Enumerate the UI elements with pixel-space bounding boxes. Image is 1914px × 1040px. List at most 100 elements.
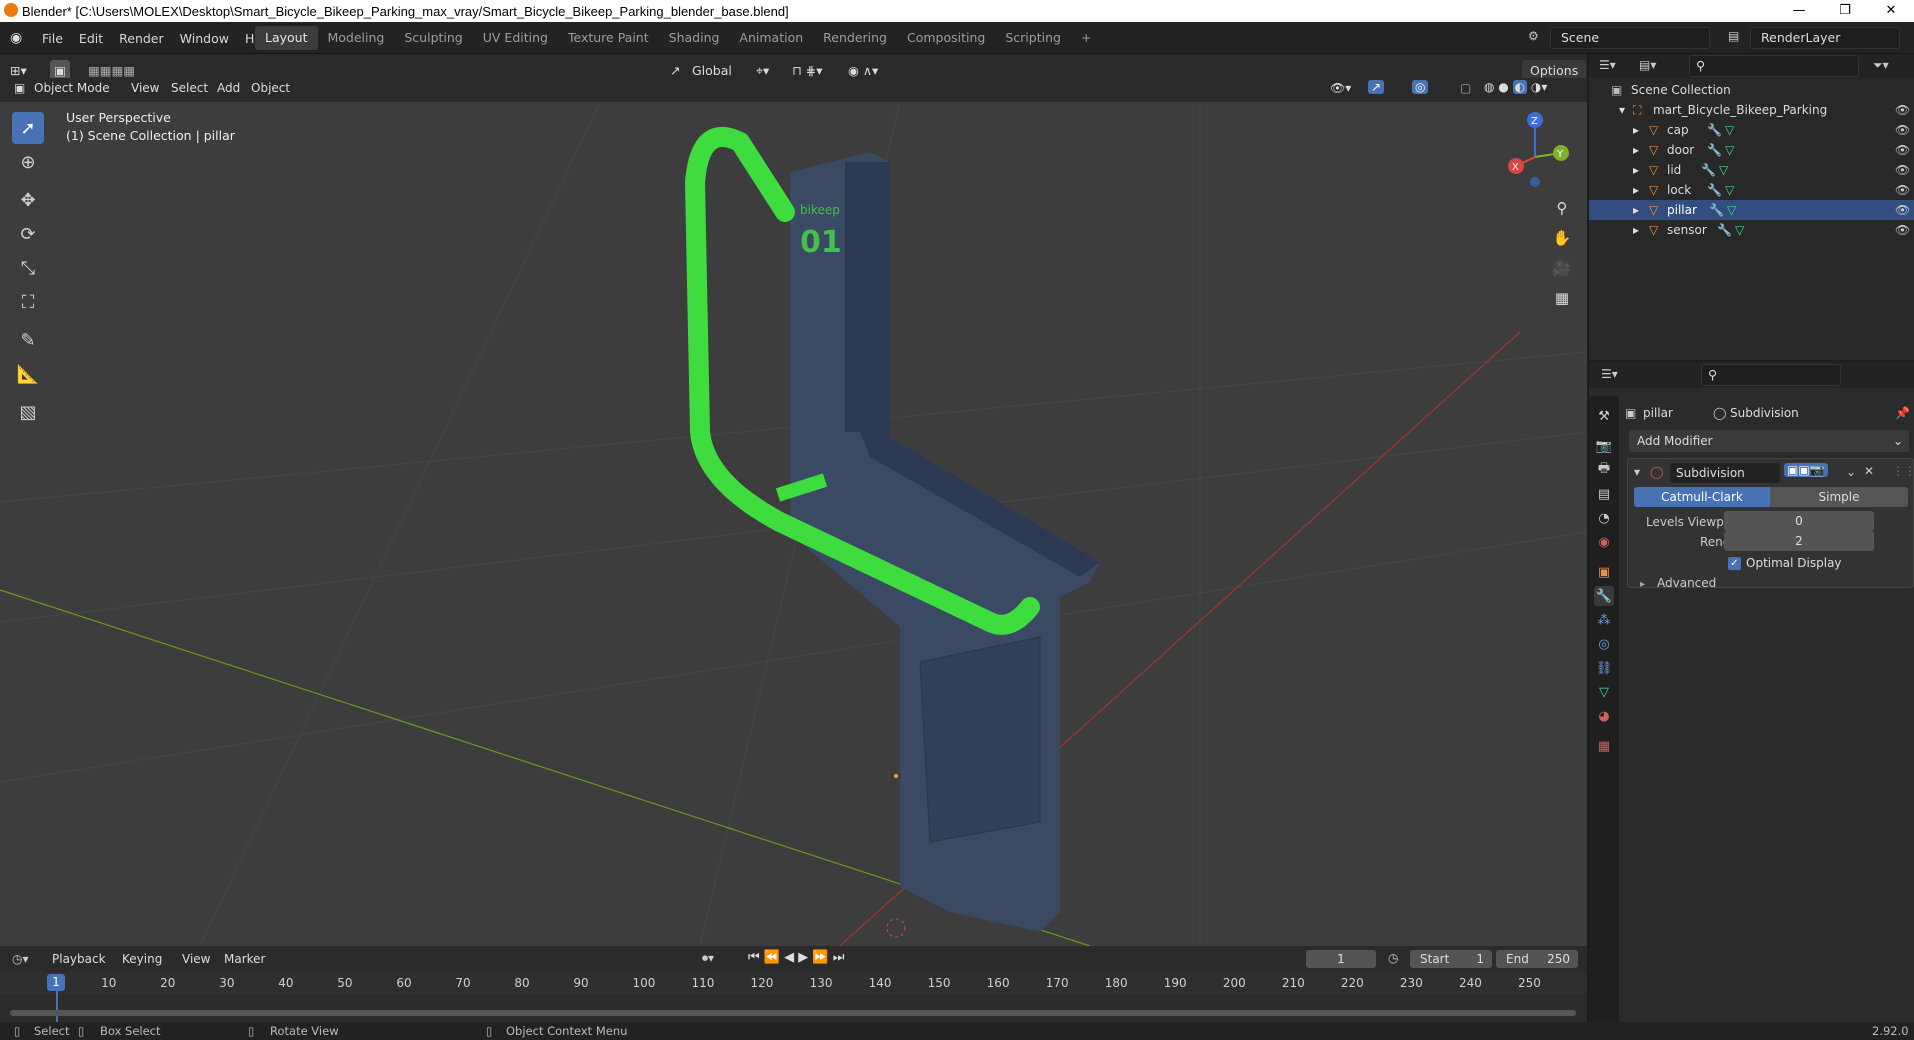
drag-handle-icon[interactable]: ⋮⋮ <box>1892 464 1914 478</box>
record-icon[interactable]: ⏺▾ <box>702 951 714 966</box>
close-icon[interactable]: ✕ <box>1864 464 1874 478</box>
expand-arrow-icon[interactable]: ▸ <box>1633 160 1639 180</box>
expand-arrow-icon[interactable]: ▸ <box>1633 200 1639 220</box>
outliner-editor-icon[interactable]: ☰▾ <box>1599 58 1616 72</box>
overlay-toggle-icon[interactable]: ◎ <box>1412 80 1429 94</box>
object-mode-icon[interactable]: ▣ <box>14 81 25 95</box>
xray-icon[interactable]: ▢ <box>1460 81 1471 95</box>
modifier-toggles-icon[interactable]: ▣▣📷 <box>1784 463 1828 477</box>
scale-tool-icon[interactable]: ⤡ <box>12 252 44 284</box>
add-workspace-icon[interactable]: + <box>1071 26 1101 50</box>
outliner-collection-row[interactable]: ▾ ⛶ mart_Bicycle_Bikeep_Parking 👁 <box>1589 100 1914 120</box>
gizmo-toggle-icon[interactable]: ↗ <box>1368 80 1385 94</box>
collapse-arrow-icon[interactable]: ▾ <box>1634 465 1640 479</box>
rotate-tool-icon[interactable]: ⟳ <box>12 218 44 250</box>
timeline-editor-icon[interactable]: ◷▾ <box>12 952 29 966</box>
eye-icon[interactable]: 👁 <box>1895 220 1910 240</box>
data-tab-icon[interactable]: ▽ <box>1594 682 1614 702</box>
playback-menu[interactable]: Playback <box>52 952 106 966</box>
tab-modeling[interactable]: Modeling <box>318 26 395 50</box>
simple-button[interactable]: Simple <box>1770 487 1908 507</box>
properties-search-input[interactable]: ⚲ <box>1701 364 1841 386</box>
blender-menu-icon[interactable]: ◉ <box>10 30 22 46</box>
add-modifier-dropdown[interactable]: Add Modifier ⌄ <box>1629 430 1909 452</box>
modifier-menu-icon[interactable]: ⌄ <box>1846 465 1856 479</box>
view-menu[interactable]: View <box>131 81 159 95</box>
optimal-display-checkbox[interactable]: ✓ <box>1728 557 1741 570</box>
menu-render[interactable]: Render <box>111 31 172 46</box>
tab-uv-editing[interactable]: UV Editing <box>473 26 558 50</box>
advanced-subpanel[interactable]: Advanced <box>1657 576 1716 590</box>
cursor-tool-icon[interactable]: ⊕ <box>12 146 44 178</box>
tab-scripting[interactable]: Scripting <box>995 26 1071 50</box>
mode-dropdown[interactable]: Object Mode <box>34 81 110 95</box>
outliner-object-row[interactable]: ▸ ▽ sensor 🔧 ▽ 👁 <box>1589 220 1914 240</box>
render-tab-icon[interactable]: 📷 <box>1594 436 1614 456</box>
add-cube-tool-icon[interactable]: ▧ <box>12 396 44 428</box>
minimize-button[interactable]: — <box>1776 0 1822 22</box>
outliner-object-row[interactable]: ▸ ▽ lid 🔧 ▽ 👁 <box>1589 160 1914 180</box>
eye-icon[interactable]: 👁 <box>1895 160 1910 180</box>
scene-field[interactable]: Scene <box>1550 27 1710 49</box>
tool-tab-icon[interactable]: ⚒ <box>1594 406 1614 426</box>
start-frame-field[interactable]: Start 1 <box>1410 950 1492 968</box>
pan-hand-icon[interactable]: ✋ <box>1548 224 1576 252</box>
texture-tab-icon[interactable]: ▦ <box>1594 736 1614 756</box>
perspective-grid-icon[interactable]: ▦ <box>1548 284 1576 312</box>
gizmo-neg-z-icon[interactable] <box>1530 177 1540 187</box>
outliner-scene-collection[interactable]: ▣ Scene Collection <box>1589 80 1914 100</box>
outliner-object-row[interactable]: ▸ ▽ door 🔧 ▽ 👁 <box>1589 140 1914 160</box>
output-tab-icon[interactable]: 🖶 <box>1594 460 1614 480</box>
tab-layout[interactable]: Layout <box>255 26 318 50</box>
properties-editor-icon[interactable]: ☰▾ <box>1601 367 1618 381</box>
close-window-button[interactable]: ✕ <box>1868 0 1914 22</box>
menu-edit[interactable]: Edit <box>71 31 111 46</box>
world-tab-icon[interactable]: ◉ <box>1594 532 1614 552</box>
maximize-button[interactable]: ❐ <box>1822 0 1868 22</box>
catmull-clark-button[interactable]: Catmull-Clark <box>1634 487 1770 507</box>
marker-menu[interactable]: Marker <box>224 952 265 966</box>
expand-arrow-icon[interactable]: ▸ <box>1633 140 1639 160</box>
expand-arrow-icon[interactable]: ▾ <box>1619 100 1625 120</box>
outliner-search-input[interactable]: ⚲ <box>1689 55 1859 77</box>
expand-arrow-icon[interactable]: ▸ <box>1633 180 1639 200</box>
view-layer-tab-icon[interactable]: ▤ <box>1594 484 1614 504</box>
3d-cursor-icon[interactable] <box>886 918 906 938</box>
eye-icon[interactable]: 👁 <box>1895 180 1910 200</box>
tab-sculpting[interactable]: Sculpting <box>394 26 472 50</box>
view-menu[interactable]: View <box>182 952 210 966</box>
view-layer-icon[interactable]: ▤ <box>1728 29 1739 43</box>
outliner-object-row-selected[interactable]: ▸ ▽ pillar 🔧 ▽ 👁 <box>1589 200 1914 220</box>
3d-viewport[interactable]: bikeep 01 Z Y X User Perspective (1) Sce… <box>0 102 1587 946</box>
transform-tool-icon[interactable]: ⛶ <box>12 286 44 318</box>
outliner-object-row[interactable]: ▸ ▽ lock 🔧 ▽ 👁 <box>1589 180 1914 200</box>
object-tab-icon[interactable]: ▣ <box>1594 562 1614 582</box>
zoom-icon[interactable]: ⚲ <box>1548 194 1576 222</box>
tab-animation[interactable]: Animation <box>729 26 813 50</box>
pin-icon[interactable]: 📌 <box>1895 406 1910 420</box>
physics-tab-icon[interactable]: ◎ <box>1594 634 1614 654</box>
constraints-tab-icon[interactable]: ⛓ <box>1594 658 1614 678</box>
shading-modes-icon[interactable]: ◍ ● ◐ ◑▾ <box>1484 80 1547 94</box>
object-menu[interactable]: Object <box>251 81 290 95</box>
camera-view-icon[interactable]: 🎥 <box>1548 254 1576 282</box>
select-box-tool-icon[interactable]: ➚ <box>12 112 44 144</box>
levels-viewport-field[interactable]: 0 <box>1724 511 1874 531</box>
expand-arrow-icon[interactable]: ▸ <box>1633 120 1639 140</box>
tab-texture-paint[interactable]: Texture Paint <box>558 26 659 50</box>
visibility-icon[interactable]: 👁▾ <box>1330 81 1351 95</box>
view-layer-field[interactable]: RenderLayer <box>1750 27 1900 49</box>
select-menu[interactable]: Select <box>171 81 208 95</box>
particles-tab-icon[interactable]: ⁂ <box>1594 610 1614 630</box>
move-tool-icon[interactable]: ✥ <box>12 184 44 216</box>
playhead[interactable]: 1 <box>47 974 65 991</box>
render-levels-field[interactable]: 2 <box>1724 531 1874 551</box>
clock-icon[interactable]: ◷ <box>1388 951 1398 965</box>
display-mode-icon[interactable]: ▤▾ <box>1639 58 1656 72</box>
end-frame-field[interactable]: End 250 <box>1496 950 1578 968</box>
add-menu[interactable]: Add <box>217 81 240 95</box>
playback-controls-icon[interactable]: ⏮ ⏪ ◀ ▶ ⏩ ⏭ <box>748 950 844 965</box>
eye-icon[interactable]: 👁 <box>1895 200 1910 220</box>
menu-window[interactable]: Window <box>172 31 237 46</box>
modifier-name-field[interactable]: Subdivision <box>1670 463 1780 483</box>
